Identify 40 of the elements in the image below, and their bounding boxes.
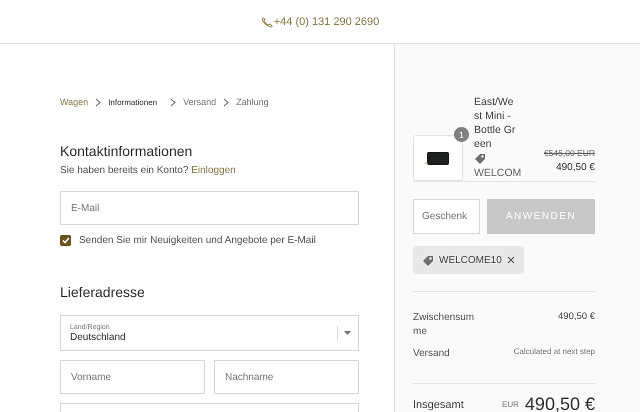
subtotal-value: 490,50 € — [558, 311, 595, 322]
product-name: East/West Mini - Bottle Green — [474, 95, 516, 151]
first-name-field[interactable]: Vorname — [60, 360, 205, 394]
breadcrumb-item: Zahlung — [236, 97, 269, 107]
shipping-label: Versand — [413, 347, 451, 361]
select-value: Deutschland — [70, 332, 127, 342]
close-icon — [506, 256, 515, 264]
tag-icon — [422, 254, 434, 266]
last-name-field[interactable]: Nachname — [214, 360, 359, 394]
account-prompt: Sie haben bereits ein Konto? Einloggen — [60, 165, 237, 176]
gift-code-field[interactable]: Geschenk — [413, 199, 480, 234]
email-field[interactable]: E-Mail — [60, 191, 359, 225]
checkbox-label: Senden Sie mir Neuigkeiten und Angebote per E-Mail — [79, 235, 316, 246]
section-title: Lieferadresse — [60, 284, 146, 300]
breadcrumb-item[interactable]: Wagen — [60, 97, 88, 107]
chevron-icon — [223, 98, 230, 106]
discount-code: WELCOME10 — [439, 254, 502, 266]
login-link[interactable]: Einloggen — [191, 165, 236, 176]
phone-link[interactable]: +44 (0) 131 290 2690 — [260, 16, 380, 28]
handbag-drawing — [425, 150, 451, 166]
subtotal-label: Zwischensumme — [413, 311, 476, 339]
breadcrumb-item: Versand — [183, 97, 216, 107]
discount-code: WELCOM — [474, 166, 518, 180]
currency-code: EUR — [502, 400, 519, 409]
chevron-icon — [170, 98, 176, 106]
section-title: Kontaktinformationen — [60, 143, 194, 159]
quantity-badge: 1 — [454, 127, 469, 142]
shipping-value: Calculated at next step — [514, 347, 595, 356]
tag-icon — [474, 153, 486, 165]
breadcrumb-item: Informationen — [108, 98, 158, 106]
discount-chip[interactable]: WELCOME10 — [413, 246, 524, 274]
input-field[interactable] — [60, 403, 359, 412]
chevron-icon — [95, 98, 102, 106]
phone-icon — [260, 16, 273, 28]
total-label: Insgesamt — [413, 398, 465, 410]
checkbox[interactable] — [60, 235, 71, 246]
caret-icon — [344, 331, 351, 335]
total-value: 490,50 € — [524, 394, 595, 412]
price: 490,50 € — [555, 162, 595, 173]
original-price: €545,00 EUR — [542, 148, 595, 158]
